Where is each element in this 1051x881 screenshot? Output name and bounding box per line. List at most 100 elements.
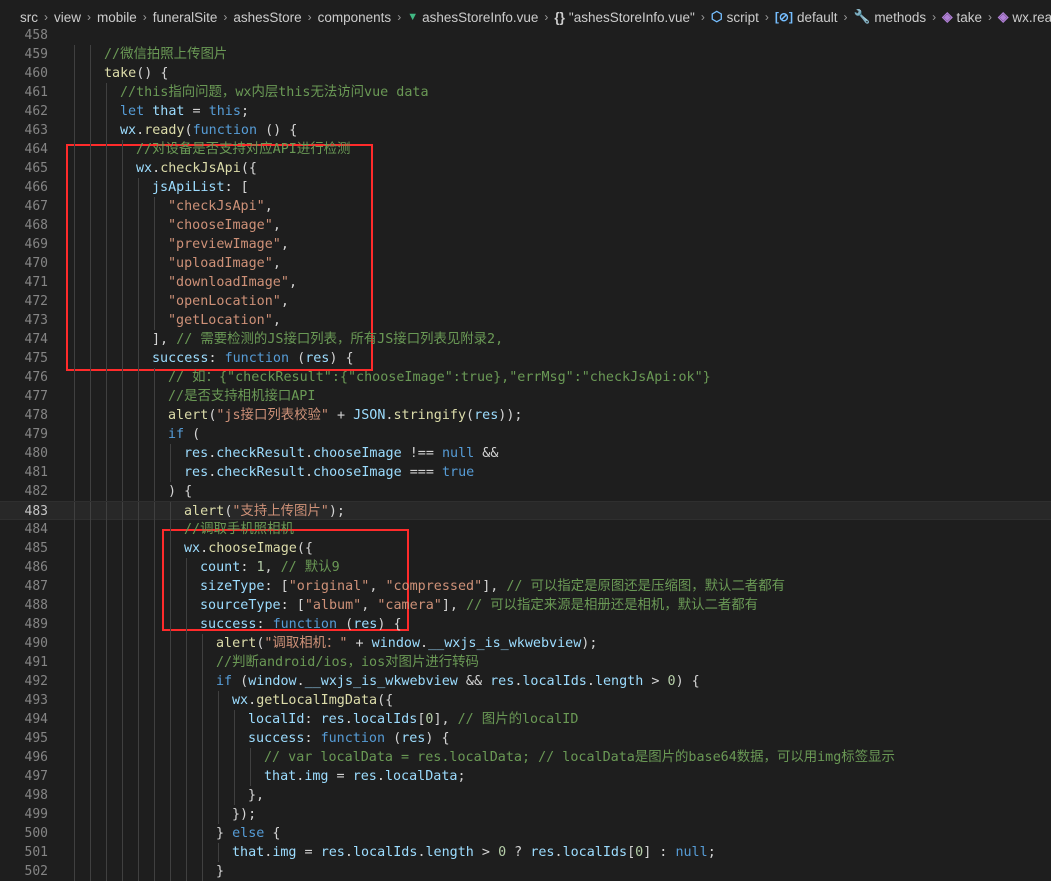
code-line[interactable]: 475 success: function (res) { [0, 349, 1051, 368]
breadcrumb-item[interactable]: view [54, 10, 81, 25]
code-line[interactable]: 459 //微信拍照上传图片 [0, 45, 1051, 64]
indent-guide [170, 615, 171, 634]
indent-guide [90, 767, 91, 786]
code-line[interactable]: 502} [0, 862, 1051, 881]
code-line[interactable]: 477 //是否支持相机接口API [0, 387, 1051, 406]
indent-guide [234, 767, 235, 786]
code-token: && [474, 446, 499, 461]
code-token: ( [385, 731, 402, 746]
code-line[interactable]: 461 //this指向问题，wx内层this无法访问vue data [0, 83, 1051, 102]
code-line[interactable]: 476 // 如：{"checkResult":{"chooseImage":tr… [0, 368, 1051, 387]
code-line[interactable]: 483 alert("支持上传图片"); [0, 501, 1051, 521]
code-line[interactable]: 486 count: 1, // 默认9 [0, 558, 1051, 577]
code-line[interactable]: 485 wx.chooseImage({ [0, 539, 1051, 558]
breadcrumb-item[interactable]: ▼ ashesStoreInfo.vue [407, 10, 538, 25]
code-line[interactable]: 495 success: function (res) { [0, 729, 1051, 748]
code-editor[interactable]: 458 459//微信拍照上传图片 460 take() {461//this指向问题… [0, 26, 1051, 881]
indent-guide [74, 349, 75, 368]
code-token: length [594, 674, 644, 689]
code-line[interactable]: 473 "getLocation", [0, 311, 1051, 330]
indent-guide [218, 710, 219, 729]
code-line[interactable]: 460 take() { [0, 64, 1051, 83]
code-token: count [200, 560, 241, 575]
indent-guide [122, 520, 123, 539]
code-text: if ( [168, 425, 200, 444]
breadcrumb-item[interactable]: ⬡ script [711, 9, 759, 25]
breadcrumb-item[interactable]: [⊘] default [775, 10, 838, 25]
code-line[interactable]: 463 wx.ready(function () { [0, 121, 1051, 140]
code-line[interactable]: 496 // var localData = res.localData; // … [0, 748, 1051, 767]
code-line[interactable]: 498}, [0, 786, 1051, 805]
code-line[interactable]: 487 sizeType: ["original", "compressed"],… [0, 577, 1051, 596]
code-line[interactable]: 480 res.checkResult.chooseImage !== null … [0, 444, 1051, 463]
code-token: checkJsApi [160, 161, 241, 176]
code-token: ) { [675, 674, 700, 689]
breadcrumb-item[interactable]: src [20, 10, 38, 25]
indent-guide [90, 197, 91, 216]
code-line[interactable]: 478 alert("js接口列表校验" + JSON.stringify(res… [0, 406, 1051, 425]
indent-guide [90, 102, 91, 121]
breadcrumb-item[interactable]: ashesStore [233, 10, 301, 25]
breadcrumb-item[interactable]: components [318, 10, 392, 25]
indent-guide [90, 45, 91, 64]
code-token: > [473, 845, 499, 860]
indent-guide [106, 691, 107, 710]
code-token: wx [184, 541, 201, 556]
breadcrumb-item[interactable]: ◈wx.ready( [998, 9, 1051, 25]
code-line[interactable]: 481 res.checkResult.chooseImage === true [0, 463, 1051, 482]
code-token: function [320, 731, 386, 746]
breadcrumb-item[interactable]: {} "ashesStoreInfo.vue" [554, 10, 694, 25]
code-line[interactable]: 499}); [0, 805, 1051, 824]
line-number: 495 [24, 731, 48, 746]
indent-guide [170, 502, 171, 521]
indent-guide [90, 330, 91, 349]
code-line[interactable]: 458 [0, 26, 1051, 45]
code-line[interactable]: 479 if ( [0, 425, 1051, 444]
code-line[interactable]: 501 that.img = res.localIds.length > 0 ? … [0, 843, 1051, 862]
code-text: alert("调取相机：" + window.__wxjs_is_wkwebvi… [216, 634, 597, 653]
code-line[interactable]: 489 success: function (res) { [0, 615, 1051, 634]
code-line[interactable]: 484 //调取手机照相机 [0, 520, 1051, 539]
code-line[interactable]: 482) { [0, 482, 1051, 501]
code-token: function [272, 617, 338, 632]
indent-guide [154, 368, 155, 387]
code-line[interactable]: 494 localId: res.localIds[0], // 图片的local… [0, 710, 1051, 729]
breadcrumb-item[interactable]: 🔧 methods [854, 9, 927, 25]
code-line[interactable]: 490 alert("调取相机：" + window.__wxjs_is_wkwe… [0, 634, 1051, 653]
code-line[interactable]: 466 jsApiList: [ [0, 178, 1051, 197]
code-line[interactable]: 491 //判断android/ios，ios对图片进行转码 [0, 653, 1051, 672]
code-line[interactable]: 497 that.img = res.localData; [0, 767, 1051, 786]
code-line[interactable]: 472 "openLocation", [0, 292, 1051, 311]
code-line[interactable]: 465 wx.checkJsApi({ [0, 159, 1051, 178]
code-token: ; [457, 769, 466, 784]
code-line[interactable]: 493 wx.getLocalImgData({ [0, 691, 1051, 710]
indent-guide [154, 273, 155, 292]
code-line[interactable]: 488 sourceType: ["album", "camera"], // 可… [0, 596, 1051, 615]
indent-guide [106, 767, 107, 786]
code-line[interactable]: 462 let that = this; [0, 102, 1051, 121]
code-line[interactable]: 467 "checkJsApi", [0, 197, 1051, 216]
code-line[interactable]: 470 "uploadImage", [0, 254, 1051, 273]
breadcrumb-item[interactable]: ◈ take [942, 9, 982, 25]
method-cube-icon: ◈ [998, 9, 1009, 24]
indent-guide [186, 558, 187, 577]
breadcrumb-item[interactable]: mobile [97, 10, 137, 25]
code-token: sizeType [200, 579, 265, 594]
code-line[interactable]: 500} else { [0, 824, 1051, 843]
breadcrumb-item[interactable]: funeralSite [153, 10, 218, 25]
code-line[interactable]: 474], // 需要检测的JS接口列表，所有JS接口列表见附录2, [0, 330, 1051, 349]
indent-guide [154, 786, 155, 805]
code-line[interactable]: 471 "downloadImage", [0, 273, 1051, 292]
code-token: jsApiList [152, 180, 225, 195]
code-token: . [136, 123, 145, 138]
code-line[interactable]: 469 "previewImage", [0, 235, 1051, 254]
line-number: 496 [24, 750, 48, 765]
indent-guide [154, 406, 155, 425]
indent-guide [154, 805, 155, 824]
code-token: alert [168, 408, 209, 423]
code-line[interactable]: 468 "chooseImage", [0, 216, 1051, 235]
code-line[interactable]: 492 if (window.__wxjs_is_wkwebview && res… [0, 672, 1051, 691]
code-line[interactable]: 464 //对设备是否支持对应API进行检测 [0, 140, 1051, 159]
indent-guide [186, 767, 187, 786]
indent-guide [90, 159, 91, 178]
